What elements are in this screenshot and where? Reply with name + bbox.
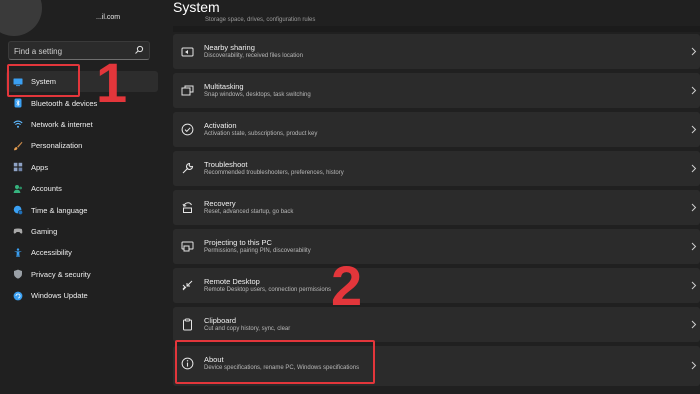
- settings-row-recovery[interactable]: Recovery Reset, advanced startup, go bac…: [173, 190, 700, 225]
- row-description: Recommended troubleshooters, preferences…: [204, 170, 344, 176]
- recovery-icon: [182, 202, 192, 213]
- brush-icon: [14, 141, 23, 151]
- sidebar-item-accessibility[interactable]: Accessibility: [6, 242, 158, 263]
- projecting-icon: [181, 241, 194, 252]
- sidebar-item-label: Network & internet: [31, 119, 93, 129]
- chevron-right-icon: [691, 125, 697, 134]
- chevron-right-icon: [691, 320, 697, 329]
- settings-row-activation[interactable]: Activation Activation state, subscriptio…: [173, 112, 700, 147]
- storage-row-desc: Storage space, drives, configuration rul…: [205, 17, 316, 23]
- row-description: Snap windows, desktops, task switching: [204, 92, 311, 98]
- chevron-right-icon: [691, 86, 697, 95]
- settings-row-troubleshoot[interactable]: Troubleshoot Recommended troubleshooters…: [173, 151, 700, 186]
- sidebar-item-privacy-security[interactable]: Privacy & security: [6, 264, 158, 285]
- sidebar-nav: System Bluetooth & devices Network & int…: [0, 71, 158, 306]
- chevron-right-icon: [691, 361, 697, 370]
- chevron-right-icon: [691, 47, 697, 56]
- row-title: Troubleshoot: [204, 160, 248, 169]
- globe-clock-icon: [13, 205, 23, 215]
- sidebar-item-gaming[interactable]: Gaming: [6, 221, 158, 242]
- search-icon[interactable]: [134, 45, 144, 55]
- sidebar: ...il.com System Bluetooth & devices: [0, 0, 158, 394]
- sidebar-item-time-language[interactable]: Time & language: [6, 199, 158, 220]
- sidebar-item-network[interactable]: Network & internet: [6, 114, 158, 135]
- row-title: Recovery: [204, 199, 236, 208]
- sidebar-item-label: Accounts: [31, 184, 62, 194]
- apps-icon: [13, 163, 23, 172]
- sidebar-item-label: Personalization: [31, 141, 83, 151]
- settings-row-clipboard[interactable]: Clipboard Cut and copy history, sync, cl…: [173, 307, 700, 342]
- row-title: Clipboard: [204, 316, 237, 325]
- sidebar-item-windows-update[interactable]: Windows Update: [6, 285, 158, 306]
- page-title: System: [173, 0, 220, 15]
- annotation-step-1: 1: [96, 51, 128, 114]
- sidebar-item-label: Bluetooth & devices: [31, 98, 98, 108]
- settings-row-multitasking[interactable]: Multitasking Snap windows, desktops, tas…: [173, 73, 700, 108]
- account-icon: [13, 184, 22, 193]
- row-description: Cut and copy history, sync, clear: [204, 326, 291, 332]
- nearby-sharing-icon: [181, 47, 194, 57]
- annotation-box-about: [175, 340, 375, 384]
- search-box[interactable]: [8, 41, 150, 60]
- bluetooth-icon: [14, 98, 22, 108]
- chevron-right-icon: [691, 242, 697, 251]
- chevron-right-icon: [691, 281, 697, 290]
- shield-icon: [14, 269, 22, 279]
- annotation-box-system: [7, 64, 80, 97]
- row-title: Remote Desktop: [204, 277, 260, 286]
- chevron-right-icon: [691, 203, 697, 212]
- row-title: Nearby sharing: [204, 43, 255, 52]
- row-description: Permissions, pairing PIN, discoverabilit…: [204, 248, 311, 254]
- settings-row-nearby-sharing[interactable]: Nearby sharing Discoverability, received…: [173, 34, 700, 69]
- row-title: Activation: [204, 121, 237, 130]
- sidebar-item-label: Accessibility: [31, 248, 72, 258]
- row-description: Remote Desktop users, connection permiss…: [204, 287, 332, 293]
- wrench-icon: [182, 162, 194, 174]
- multitasking-icon: [181, 85, 194, 96]
- sidebar-item-accounts[interactable]: Accounts: [6, 178, 158, 199]
- account-email: ...il.com: [96, 14, 121, 21]
- update-icon: [13, 291, 23, 300]
- settings-row-remote-desktop[interactable]: Remote Desktop Remote Desktop users, con…: [173, 268, 700, 303]
- sidebar-item-label: Gaming: [31, 226, 58, 236]
- row-description: Activation state, subscriptions, product…: [204, 131, 318, 137]
- gamepad-icon: [13, 228, 23, 235]
- accessibility-icon: [14, 248, 22, 257]
- sidebar-item-label: Apps: [31, 162, 49, 172]
- sidebar-item-label: Windows Update: [31, 291, 88, 301]
- row-description: Discoverability, received files location: [204, 53, 303, 59]
- remote-desktop-icon: [182, 280, 193, 291]
- row-title: Multitasking: [204, 82, 244, 91]
- clipboard-icon: [183, 318, 192, 331]
- chevron-right-icon: [691, 164, 697, 173]
- wifi-icon: [13, 121, 23, 129]
- settings-row-projecting[interactable]: Projecting to this PC Permissions, pairi…: [173, 229, 700, 264]
- activation-icon: [181, 123, 194, 136]
- row-description: Reset, advanced startup, go back: [204, 209, 294, 215]
- sidebar-item-personalization[interactable]: Personalization: [6, 135, 158, 156]
- row-title: Projecting to this PC: [204, 238, 272, 247]
- sidebar-item-apps[interactable]: Apps: [6, 157, 158, 178]
- divider: [173, 26, 700, 32]
- avatar[interactable]: [0, 0, 42, 36]
- account-header[interactable]: ...il.com: [0, 0, 158, 36]
- sidebar-item-label: Privacy & security: [31, 269, 91, 279]
- sidebar-item-label: Time & language: [31, 205, 88, 215]
- annotation-step-2: 2: [331, 254, 363, 317]
